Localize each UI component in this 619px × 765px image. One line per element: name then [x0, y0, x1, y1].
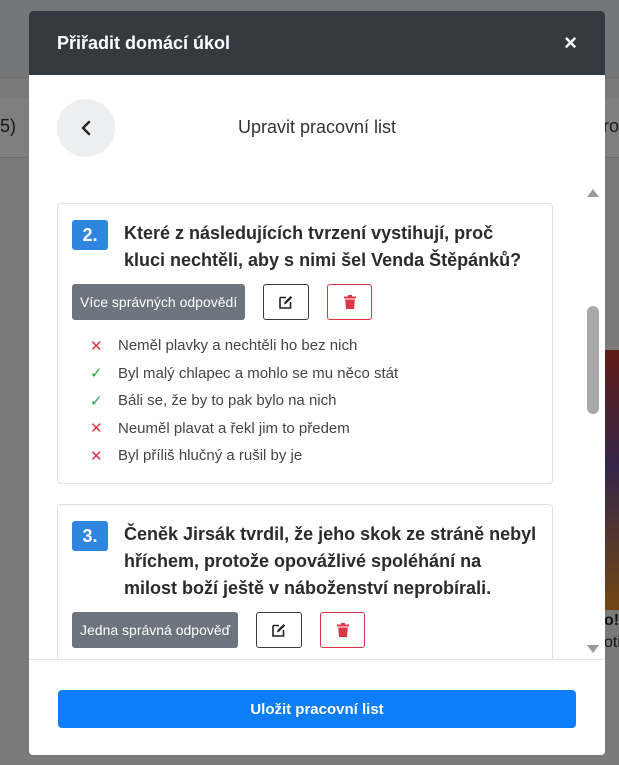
scrollbar-thumb[interactable] [587, 306, 599, 414]
edit-question-button[interactable] [256, 612, 303, 648]
answer-text: Neuměl plavat a řekl jim to předem [118, 419, 350, 437]
answer-text: Byl příliš hlučný a rušil by je [118, 447, 303, 465]
question-type-badge: Více správných odpovědí [72, 284, 246, 320]
question-card: 2. Které z následujících tvrzení vystihu… [57, 203, 553, 484]
question-type-badge: Jedna správná odpověď [72, 612, 239, 648]
answer-list: ✕ Neměl plavky a nechtěli ho bez nich ✓ By… [58, 320, 552, 470]
modal-header: Přiřadit domácí úkol × [29, 11, 605, 75]
answer-text: Neměl plavky a nechtěli ho bez nich [118, 337, 358, 355]
question-card: 3. Čeněk Jirsák tvrdil, že jeho skok ze … [57, 504, 553, 659]
edit-question-button[interactable] [263, 284, 310, 320]
close-icon[interactable]: × [564, 32, 577, 54]
x-icon: ✕ [90, 337, 103, 355]
delete-question-button[interactable] [327, 284, 373, 320]
scroll-up-arrow-icon[interactable] [587, 189, 599, 197]
worksheet-title: Upravit pracovní list [237, 117, 397, 137]
modal-title: Přiřadit domácí úkol [57, 32, 231, 53]
check-icon: ✓ [90, 392, 103, 410]
answer-item: ✕ Neuměl plavat a řekl jim to předem [90, 415, 552, 443]
scroll-down-arrow-icon[interactable] [587, 645, 599, 653]
answer-item: ✓ Byl malý chlapec a mohlo se mu něco stá… [90, 360, 552, 388]
question-text: Čeněk Jirsák tvrdil, že jeho skok ze str… [124, 524, 537, 598]
x-icon: ✕ [90, 447, 103, 465]
questions-scroll-area[interactable]: 2. Které z následujících tvrzení vystihu… [29, 183, 605, 659]
answer-text: Byl malý chlapec a mohlo se mu něco stát [118, 364, 399, 382]
answer-item: ✕ Byl příliš hlučný a rušil by je [90, 442, 552, 470]
check-icon: ✓ [90, 365, 103, 383]
answer-item: ✕ Neměl plavky a nechtěli ho bez nich [90, 332, 552, 360]
save-worksheet-button[interactable]: Uložit pracovní list [58, 690, 576, 728]
edit-icon [279, 296, 293, 309]
modal-footer: Uložit pracovní list [29, 659, 605, 755]
question-text: Které z následujících tvrzení vystihují,… [124, 223, 522, 270]
question-number: 3. [72, 521, 108, 551]
scrollbar[interactable] [585, 183, 601, 659]
delete-question-button[interactable] [320, 612, 366, 648]
assign-homework-modal: Přiřadit domácí úkol × Upravit pracovní … [29, 11, 605, 755]
x-icon: ✕ [90, 420, 103, 438]
answer-text: Báli se, že by to pak bylo na nich [118, 392, 337, 410]
answer-item: ✓ Báli se, že by to pak bylo na nich [90, 387, 552, 415]
trash-icon [343, 295, 356, 309]
worksheet-subheader: Upravit pracovní list [29, 75, 605, 183]
question-number: 2. [72, 220, 108, 250]
edit-icon [272, 624, 286, 637]
trash-icon [336, 623, 349, 637]
